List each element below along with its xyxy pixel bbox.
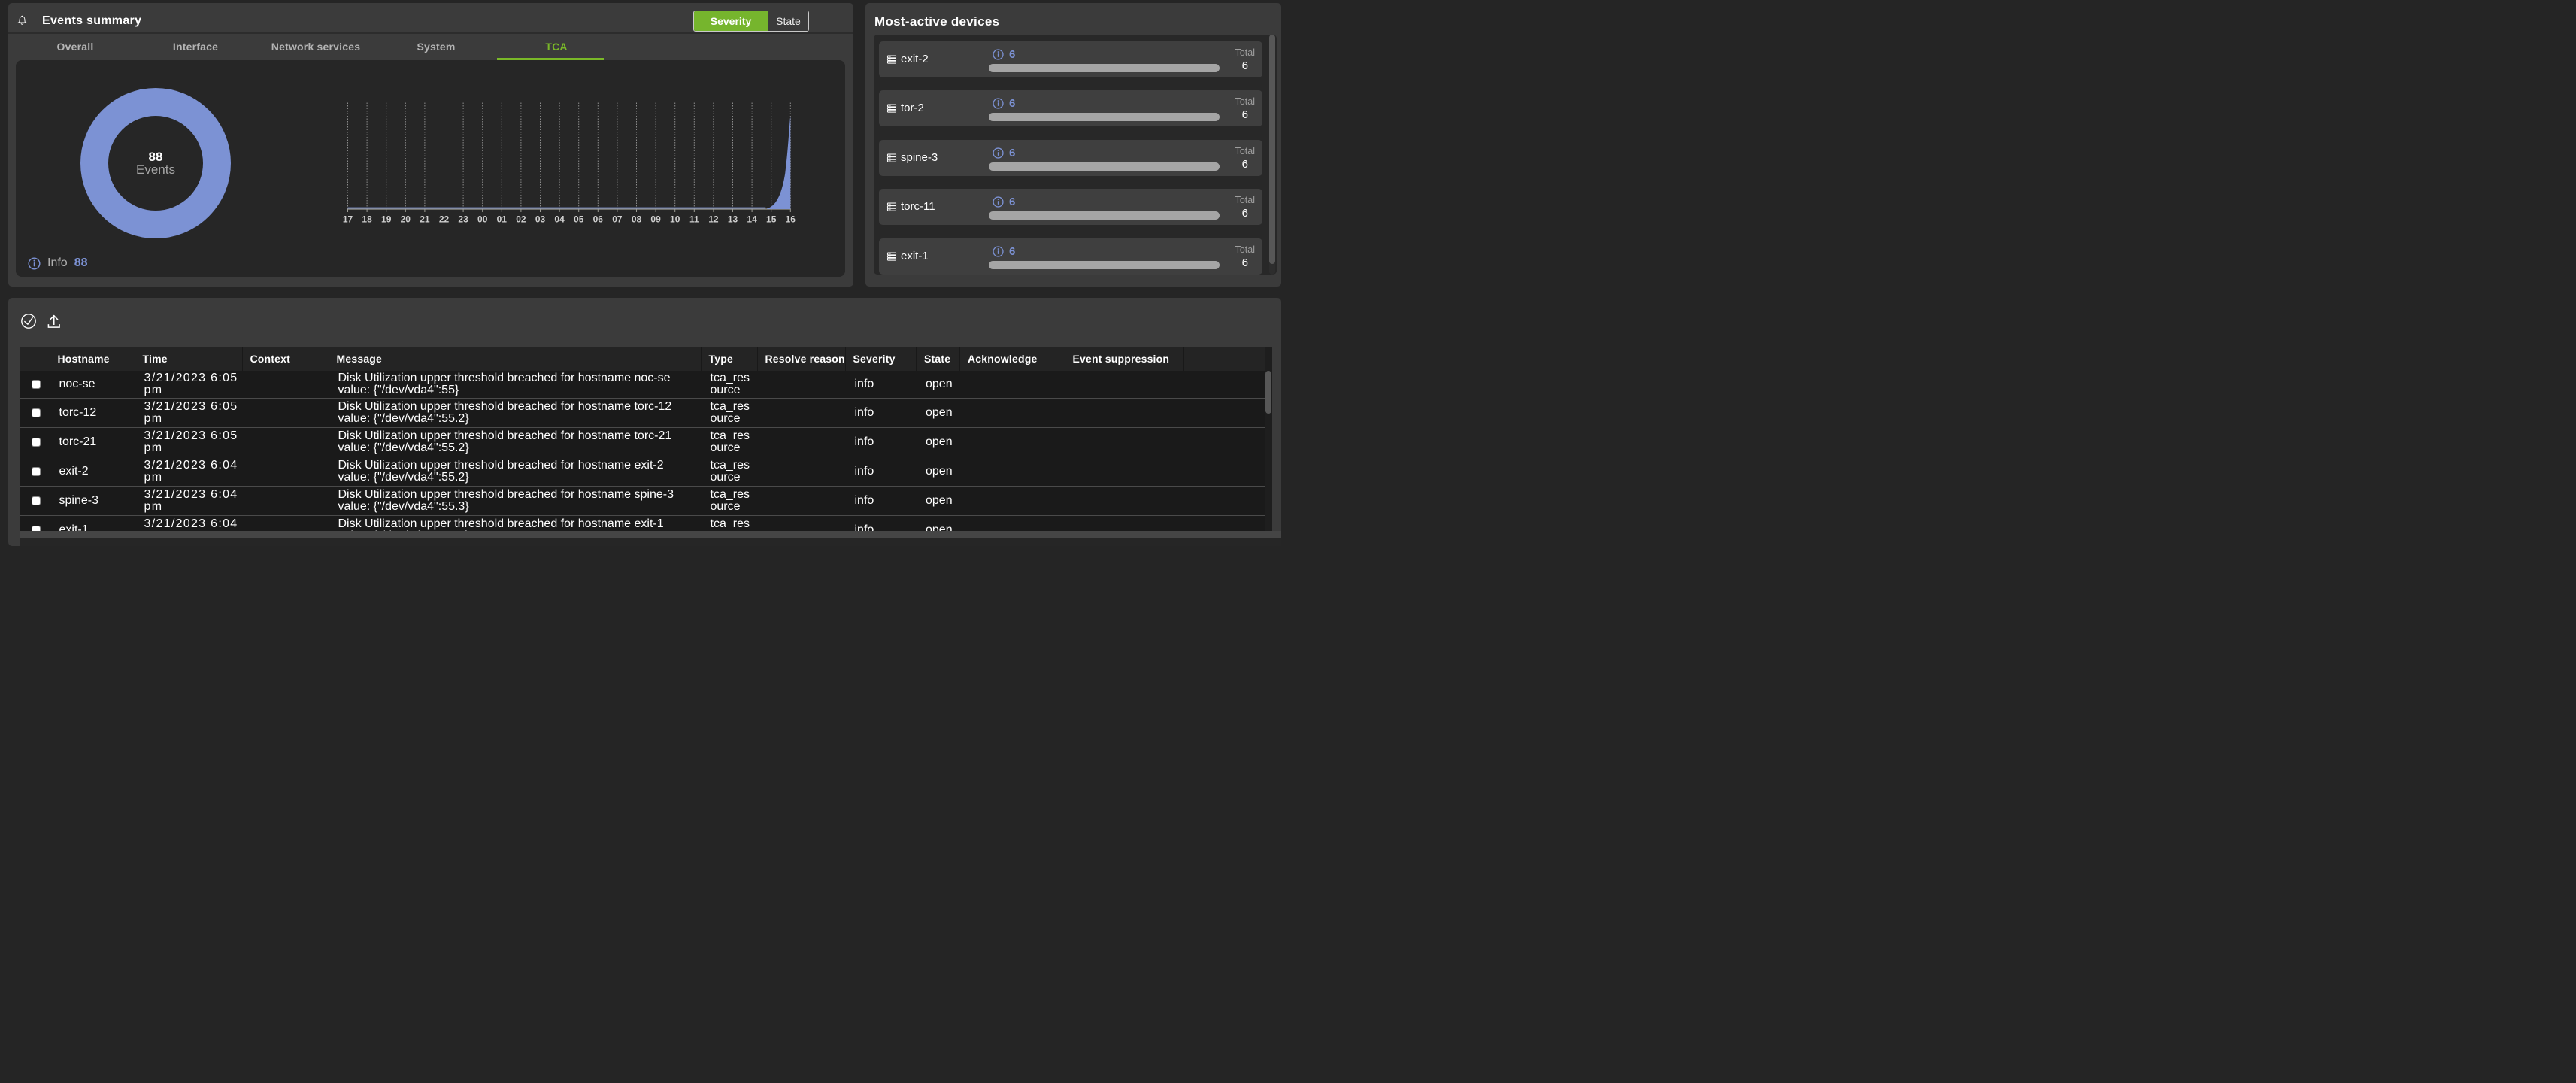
svg-text:16: 16 (786, 214, 796, 225)
svg-text:18: 18 (362, 214, 372, 225)
svg-text:09: 09 (650, 214, 661, 225)
svg-text:13: 13 (728, 214, 738, 225)
svg-text:04: 04 (554, 214, 565, 225)
svg-text:05: 05 (574, 214, 584, 225)
svg-text:01: 01 (497, 214, 508, 225)
svg-text:00: 00 (477, 214, 488, 225)
svg-text:23: 23 (458, 214, 468, 225)
svg-text:02: 02 (516, 214, 526, 225)
svg-text:12: 12 (708, 214, 719, 225)
svg-text:15: 15 (766, 214, 777, 225)
svg-text:06: 06 (593, 214, 604, 225)
svg-text:11: 11 (689, 214, 699, 225)
svg-text:19: 19 (381, 214, 392, 225)
svg-text:10: 10 (670, 214, 680, 225)
svg-text:20: 20 (401, 214, 411, 225)
svg-text:03: 03 (535, 214, 546, 225)
svg-text:17: 17 (343, 214, 353, 225)
svg-text:08: 08 (632, 214, 642, 225)
svg-text:14: 14 (747, 214, 757, 225)
svg-text:22: 22 (439, 214, 450, 225)
svg-text:07: 07 (612, 214, 623, 225)
svg-text:21: 21 (420, 214, 430, 225)
